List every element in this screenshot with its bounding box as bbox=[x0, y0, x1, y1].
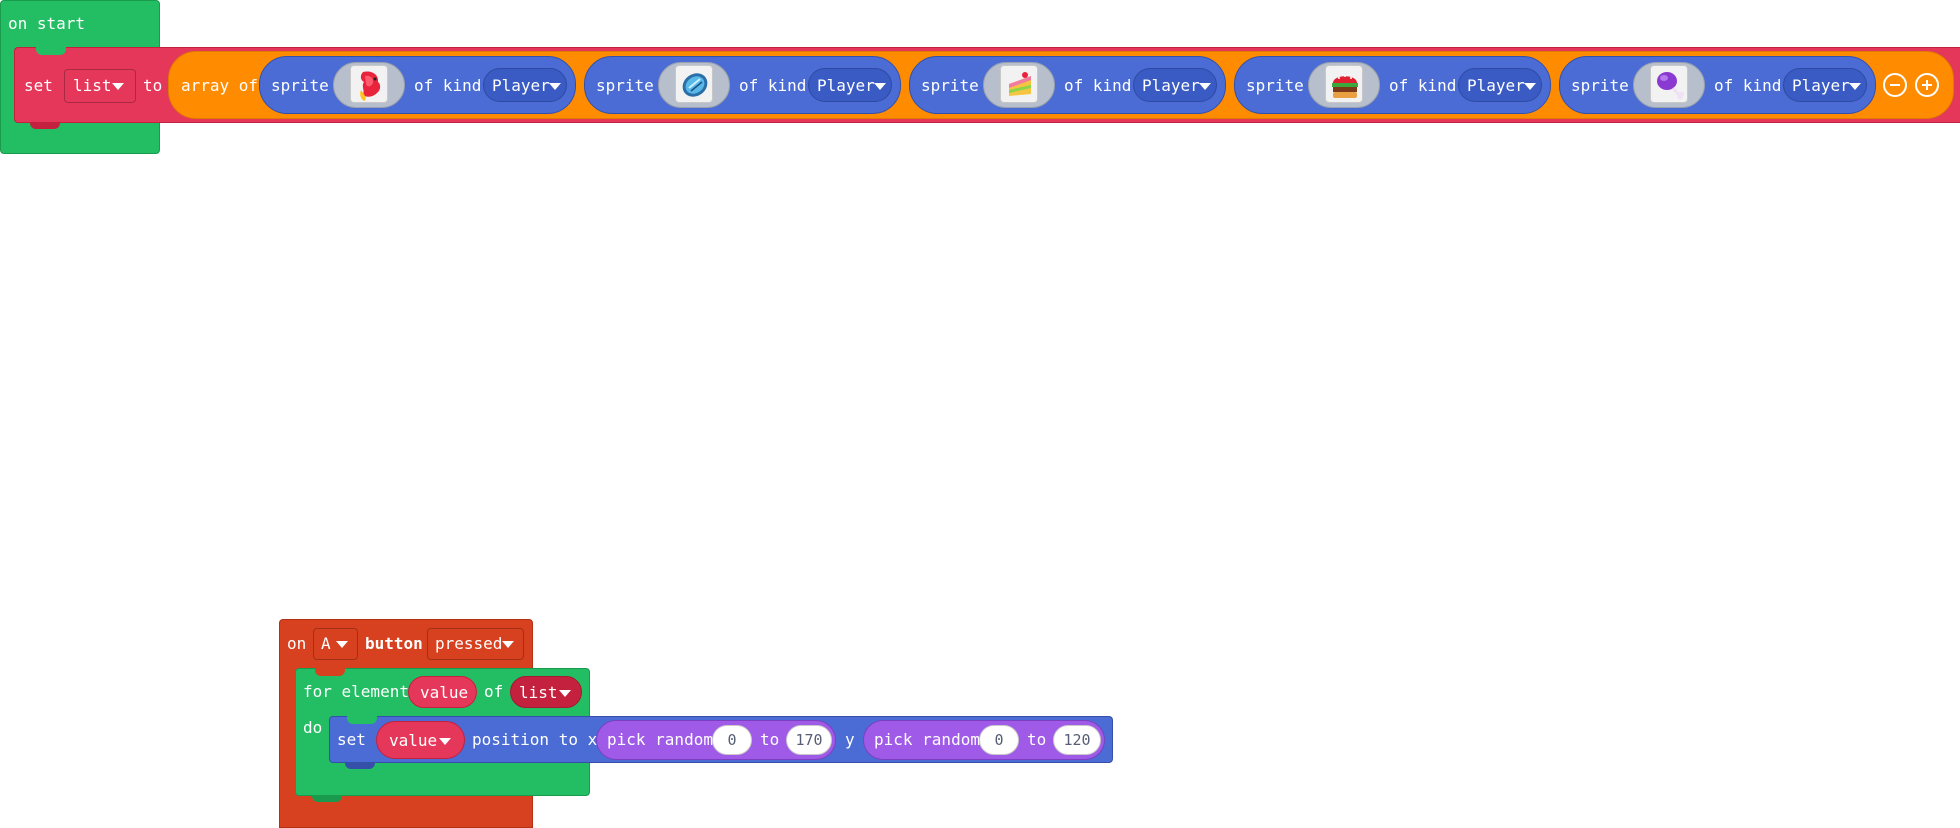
of-kind-label: of kind bbox=[1389, 76, 1457, 95]
on-label: on bbox=[287, 634, 307, 653]
element-variable[interactable]: value bbox=[408, 676, 477, 708]
to-label: to bbox=[760, 730, 780, 749]
of-kind-label: of kind bbox=[414, 76, 482, 95]
set-label: set bbox=[24, 76, 53, 95]
red-phoenix-sprite-icon bbox=[350, 65, 388, 103]
y-label: y bbox=[845, 730, 855, 749]
y-max-input[interactable]: 120 bbox=[1053, 725, 1101, 755]
x-min-input[interactable]: 0 bbox=[712, 725, 752, 755]
blue-gem-sprite-icon bbox=[675, 65, 713, 103]
kind-dropdown[interactable]: Player bbox=[808, 68, 892, 102]
do-label: do bbox=[303, 718, 323, 737]
kind-dropdown[interactable]: Player bbox=[483, 68, 567, 102]
button-name-dropdown[interactable]: A bbox=[313, 628, 358, 660]
remove-item-icon[interactable] bbox=[1883, 73, 1907, 97]
kind-dropdown[interactable]: Player bbox=[1133, 68, 1217, 102]
block-notch bbox=[312, 796, 342, 802]
pick-random-label: pick random bbox=[607, 730, 713, 749]
event-dropdown[interactable]: pressed bbox=[427, 628, 524, 660]
sprite-label: sprite bbox=[1246, 76, 1304, 95]
position-label: position to x bbox=[472, 730, 598, 749]
sprite-variable-dropdown[interactable]: value bbox=[376, 721, 465, 759]
kind-dropdown[interactable]: Player bbox=[1458, 68, 1542, 102]
button-label: button bbox=[365, 634, 423, 653]
burger-sprite-icon bbox=[1325, 65, 1363, 103]
on-start-label: on start bbox=[8, 14, 86, 33]
array-of-label: array of bbox=[181, 76, 259, 95]
sprite-label: sprite bbox=[271, 76, 329, 95]
for-element-label: for element bbox=[303, 682, 409, 701]
sprite-label: sprite bbox=[921, 76, 979, 95]
y-min-input[interactable]: 0 bbox=[979, 725, 1019, 755]
to-label: to bbox=[143, 76, 163, 95]
set-label: set bbox=[337, 730, 366, 749]
pick-random-label: pick random bbox=[874, 730, 980, 749]
of-label: of bbox=[484, 682, 504, 701]
add-item-icon[interactable] bbox=[1915, 73, 1939, 97]
of-kind-label: of kind bbox=[1064, 76, 1132, 95]
block-notch bbox=[315, 668, 345, 676]
of-kind-label: of kind bbox=[739, 76, 807, 95]
to-label: to bbox=[1027, 730, 1047, 749]
kind-dropdown[interactable]: Player bbox=[1783, 68, 1867, 102]
purple-drumstick-sprite-icon bbox=[1650, 65, 1688, 103]
sprite-label: sprite bbox=[596, 76, 654, 95]
block-notch bbox=[30, 123, 60, 129]
block-notch bbox=[36, 47, 66, 55]
block-notch bbox=[345, 763, 375, 769]
sprite-label: sprite bbox=[1571, 76, 1629, 95]
block-notch bbox=[347, 716, 377, 724]
of-kind-label: of kind bbox=[1714, 76, 1782, 95]
cake-slice-sprite-icon bbox=[1000, 65, 1038, 103]
list-variable-dropdown[interactable]: list bbox=[510, 676, 582, 708]
variable-dropdown[interactable]: list bbox=[64, 69, 136, 103]
x-max-input[interactable]: 170 bbox=[786, 725, 832, 755]
